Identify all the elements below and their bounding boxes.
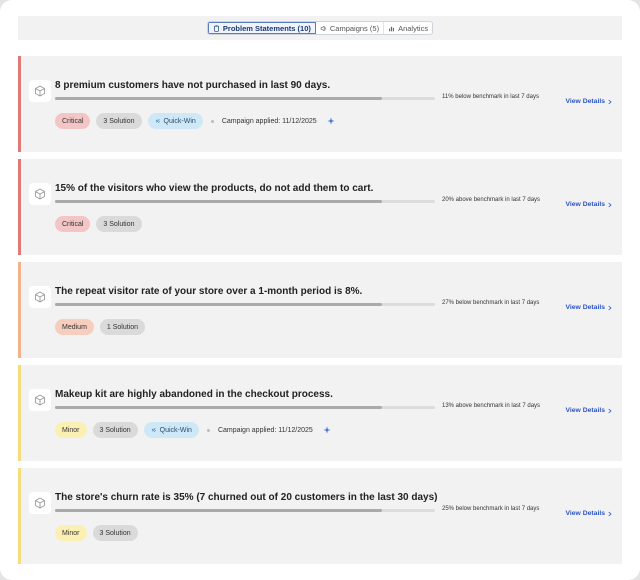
tag-row: Minor 3 Solution bbox=[55, 525, 138, 541]
benchmark-text: 11% below benchmark in last 7 days bbox=[442, 94, 539, 100]
tab-label: Campaigns (5) bbox=[329, 23, 380, 33]
cube-icon bbox=[29, 286, 51, 308]
benchmark-progress-fill bbox=[55, 97, 382, 100]
benchmark-text: 25% below benchmark in last 7 days bbox=[442, 506, 540, 512]
view-details-link[interactable]: View Details bbox=[565, 201, 612, 208]
cube-icon bbox=[29, 389, 51, 411]
chevron-right-icon bbox=[608, 408, 612, 413]
tab-label: Analytics bbox=[398, 23, 429, 33]
sparkle-icon[interactable] bbox=[323, 426, 331, 434]
link-icon bbox=[155, 119, 160, 123]
benchmark-progress-fill bbox=[55, 200, 382, 203]
benchmark-progress-fill bbox=[55, 509, 382, 512]
separator-dot bbox=[210, 119, 214, 123]
clipboard-icon bbox=[213, 25, 219, 32]
app-frame: Problem Statements (10) Campaigns (5) An… bbox=[0, 0, 640, 580]
chevron-right-icon bbox=[608, 305, 612, 310]
problem-card: The store's churn rate is 35% (7 churned… bbox=[18, 468, 622, 564]
problem-card: 8 premium customers have not purchased i… bbox=[18, 56, 622, 152]
benchmark-text: 27% below benchmark in last 7 days bbox=[442, 300, 540, 306]
problem-title: The store's churn rate is 35% (7 churned… bbox=[55, 492, 438, 503]
quick-win-badge: Quick-Win bbox=[143, 422, 199, 438]
tag-row: Critical 3 Solution Quick-Win Campaign appl… bbox=[55, 113, 335, 129]
quick-win-label: Quick-Win bbox=[159, 426, 192, 434]
severity-badge: Medium bbox=[55, 319, 94, 335]
solution-count-badge[interactable]: 3 Solution bbox=[96, 216, 142, 232]
benchmark-progress-fill bbox=[55, 303, 382, 306]
megaphone-icon bbox=[320, 25, 326, 31]
bar-chart-icon bbox=[389, 26, 395, 31]
tab-analytics[interactable]: Analytics bbox=[384, 22, 432, 34]
tab-campaigns[interactable]: Campaigns (5) bbox=[316, 22, 385, 34]
view-details-label: View Details bbox=[565, 407, 605, 414]
quick-win-label: Quick-Win bbox=[163, 117, 196, 125]
tab-bar: Problem Statements (10) Campaigns (5) An… bbox=[18, 16, 622, 40]
benchmark-progress-bar bbox=[55, 97, 435, 100]
tab-label: Problem Statements (10) bbox=[222, 23, 311, 33]
solution-count-badge[interactable]: 3 Solution bbox=[96, 113, 142, 129]
view-details-link[interactable]: View Details bbox=[565, 510, 612, 517]
view-details-label: View Details bbox=[565, 510, 605, 517]
benchmark-progress-bar bbox=[55, 406, 435, 409]
separator-dot bbox=[206, 428, 210, 432]
chevron-right-icon bbox=[608, 511, 612, 516]
problem-title: Makeup kit are highly abandoned in the c… bbox=[55, 389, 333, 400]
benchmark-text: 20% above benchmark in last 7 days bbox=[442, 197, 541, 203]
solution-count-badge[interactable]: 3 Solution bbox=[92, 525, 138, 541]
cube-icon bbox=[29, 492, 51, 514]
tag-row: Critical 3 Solution bbox=[55, 216, 142, 232]
cube-icon bbox=[29, 80, 51, 102]
solution-count-badge[interactable]: 1 Solution bbox=[99, 319, 146, 335]
view-details-link[interactable]: View Details bbox=[565, 407, 612, 414]
link-icon bbox=[151, 428, 156, 432]
problem-title: 8 premium customers have not purchased i… bbox=[55, 80, 331, 91]
cube-icon bbox=[29, 183, 51, 205]
tab-problem-statements[interactable]: Problem Statements (10) bbox=[207, 22, 316, 34]
problem-title: The repeat visitor rate of your store ov… bbox=[55, 286, 363, 297]
severity-badge: Minor bbox=[55, 422, 87, 438]
benchmark-progress-bar bbox=[55, 303, 435, 306]
problem-card: 15% of the visitors who view the product… bbox=[18, 159, 622, 255]
view-details-label: View Details bbox=[565, 304, 605, 311]
problem-title: 15% of the visitors who view the product… bbox=[55, 183, 374, 194]
benchmark-text: 13% above benchmark in last 7 days bbox=[442, 403, 541, 409]
quick-win-badge: Quick-Win bbox=[147, 113, 203, 129]
tag-row: Medium 1 Solution bbox=[55, 319, 146, 335]
view-details-link[interactable]: View Details bbox=[565, 98, 612, 105]
sparkle-icon[interactable] bbox=[327, 117, 335, 125]
benchmark-progress-bar bbox=[55, 200, 435, 203]
campaign-applied-text: Campaign applied: 11/12/2025 bbox=[221, 117, 317, 125]
benchmark-progress-fill bbox=[55, 406, 382, 409]
tab-group: Problem Statements (10) Campaigns (5) An… bbox=[206, 21, 434, 35]
chevron-right-icon bbox=[608, 202, 612, 207]
severity-badge: Critical bbox=[55, 216, 91, 232]
chevron-right-icon bbox=[608, 99, 612, 104]
view-details-link[interactable]: View Details bbox=[565, 304, 612, 311]
severity-badge: Critical bbox=[55, 113, 91, 129]
campaign-applied-text: Campaign applied: 11/12/2025 bbox=[217, 426, 313, 434]
severity-badge: Minor bbox=[55, 525, 87, 541]
view-details-label: View Details bbox=[565, 201, 605, 208]
tag-row: Minor 3 Solution Quick-Win Campaign applied… bbox=[55, 422, 331, 438]
problem-card: Makeup kit are highly abandoned in the c… bbox=[18, 365, 622, 461]
problem-card: The repeat visitor rate of your store ov… bbox=[18, 262, 622, 358]
solution-count-badge[interactable]: 3 Solution bbox=[92, 422, 138, 438]
view-details-label: View Details bbox=[565, 98, 605, 105]
problem-statement-list: 8 premium customers have not purchased i… bbox=[18, 56, 622, 571]
benchmark-progress-bar bbox=[55, 509, 435, 512]
